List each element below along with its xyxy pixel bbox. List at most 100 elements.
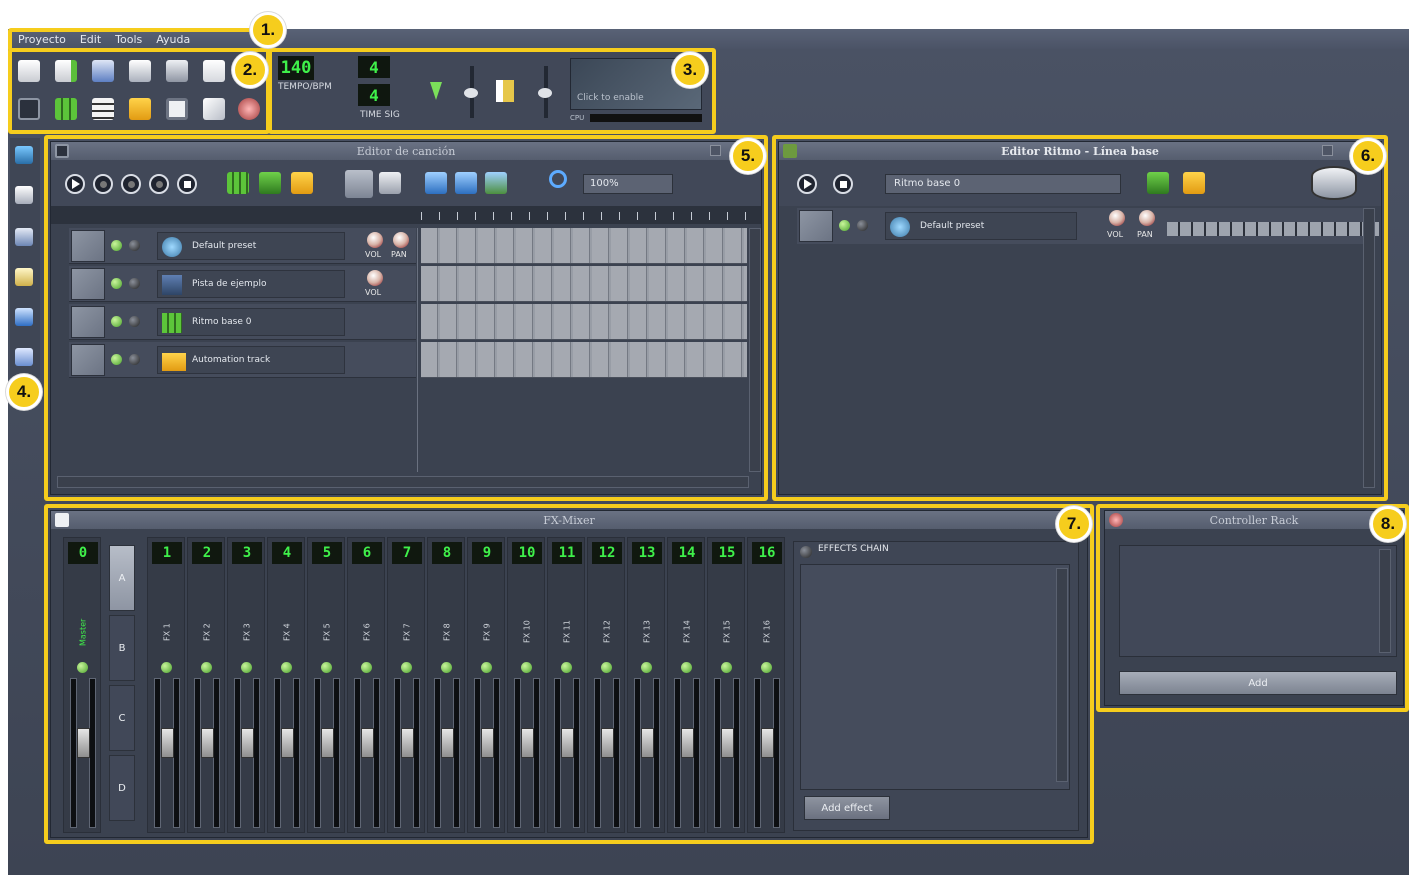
mute-led[interactable]: [201, 662, 212, 673]
controller-scrollbar[interactable]: [1379, 549, 1391, 653]
mute-led[interactable]: [111, 240, 122, 251]
mute-led[interactable]: [839, 220, 850, 231]
add-automation-track-icon[interactable]: [1183, 172, 1205, 194]
fader-handle[interactable]: [361, 728, 374, 758]
mute-led[interactable]: [521, 662, 532, 673]
arrow-right-icon[interactable]: [455, 172, 477, 194]
fader-handle[interactable]: [401, 728, 414, 758]
bank-d-button[interactable]: D: [109, 755, 135, 821]
fx-channel-strip[interactable]: 9 FX 9: [467, 537, 505, 833]
my-home-icon[interactable]: [15, 308, 33, 326]
add-beat-track-icon[interactable]: [227, 172, 249, 194]
arrow-left-icon[interactable]: [425, 172, 447, 194]
track-name[interactable]: Default preset: [157, 232, 345, 260]
automation-editor-icon[interactable]: [129, 98, 151, 120]
mute-led[interactable]: [641, 662, 652, 673]
effects-chain-toggle[interactable]: [800, 546, 812, 558]
fx-channel-strip[interactable]: 6 FX 6: [347, 537, 385, 833]
master-pitch-handle[interactable]: [538, 88, 552, 98]
fader-handle[interactable]: [481, 728, 494, 758]
fx-mixer-icon[interactable]: [166, 98, 188, 120]
root-directory-icon[interactable]: [15, 348, 33, 366]
recent-projects-icon[interactable]: [129, 60, 151, 82]
solo-led[interactable]: [129, 240, 140, 251]
my-samples-icon[interactable]: [15, 228, 33, 246]
master-volume-icon[interactable]: [430, 82, 442, 100]
mute-led[interactable]: [481, 662, 492, 673]
mute-led[interactable]: [561, 662, 572, 673]
fx-channel-strip[interactable]: 11 FX 11: [547, 537, 585, 833]
instrument-plugins-icon[interactable]: [15, 146, 33, 164]
fx-channel-strip[interactable]: 2 FX 2: [187, 537, 225, 833]
track-grip[interactable]: [71, 268, 105, 300]
track-default-preset[interactable]: Default preset VOL PAN: [69, 228, 416, 264]
play-button[interactable]: [65, 174, 85, 194]
track-grip[interactable]: [71, 230, 105, 262]
fx-channel-strip[interactable]: 7 FX 7: [387, 537, 425, 833]
mute-led[interactable]: [111, 278, 122, 289]
volume-knob[interactable]: [367, 270, 383, 286]
fader-handle[interactable]: [161, 728, 174, 758]
effects-scrollbar[interactable]: [1056, 568, 1068, 782]
bank-b-button[interactable]: B: [109, 615, 135, 681]
track-name[interactable]: Default preset: [885, 212, 1077, 240]
pattern-select[interactable]: Ritmo base 0: [885, 174, 1121, 194]
horizontal-scrollbar[interactable]: [57, 476, 749, 488]
save-icon[interactable]: [166, 60, 188, 82]
zoom-select[interactable]: 100%: [583, 174, 673, 194]
fader-handle[interactable]: [77, 728, 90, 758]
fx-channel-strip[interactable]: 12 FX 12: [587, 537, 625, 833]
bank-a-button[interactable]: A: [109, 545, 135, 611]
edit-mode-icon[interactable]: [379, 172, 401, 194]
pattern-row[interactable]: [421, 228, 747, 264]
fx-channel-strip[interactable]: 4 FX 4: [267, 537, 305, 833]
loop-button[interactable]: [177, 174, 197, 194]
open-project-icon[interactable]: [92, 60, 114, 82]
fx-channel-strip[interactable]: 1 FX 1: [147, 537, 185, 833]
beat-bassline-icon[interactable]: [55, 98, 77, 120]
mute-led[interactable]: [601, 662, 612, 673]
my-projects-icon[interactable]: [15, 186, 33, 204]
time-sig-numerator[interactable]: 4: [358, 56, 390, 78]
menu-edit[interactable]: Edit: [80, 33, 101, 46]
bb-vertical-scrollbar[interactable]: [1363, 208, 1375, 488]
fader-handle[interactable]: [641, 728, 654, 758]
add-beat-bassline-icon[interactable]: [1147, 172, 1169, 194]
master-pitch-icon[interactable]: [496, 80, 514, 102]
solo-led[interactable]: [857, 220, 868, 231]
fader-handle[interactable]: [721, 728, 734, 758]
mute-led[interactable]: [241, 662, 252, 673]
pattern-row[interactable]: [421, 304, 747, 340]
pattern-row[interactable]: [421, 266, 747, 302]
time-sig-denominator[interactable]: 4: [358, 84, 390, 106]
project-notes-icon[interactable]: [203, 98, 225, 120]
record-button[interactable]: [121, 174, 141, 194]
mute-led[interactable]: [401, 662, 412, 673]
bb-track[interactable]: Default preset VOL PAN: [797, 208, 1379, 244]
bb-stop-button[interactable]: [833, 174, 853, 194]
add-automation-track-icon[interactable]: [291, 172, 313, 194]
fader-handle[interactable]: [561, 728, 574, 758]
mute-led[interactable]: [721, 662, 732, 673]
mute-led[interactable]: [77, 662, 88, 673]
mute-led[interactable]: [681, 662, 692, 673]
solo-led[interactable]: [129, 354, 140, 365]
mute-led[interactable]: [281, 662, 292, 673]
track-grip[interactable]: [71, 344, 105, 376]
bb-play-button[interactable]: [797, 174, 817, 194]
mute-led[interactable]: [441, 662, 452, 673]
track-sample[interactable]: Pista de ejemplo VOL: [69, 266, 416, 302]
solo-led[interactable]: [129, 278, 140, 289]
track-name[interactable]: Automation track: [157, 346, 345, 374]
bank-c-button[interactable]: C: [109, 685, 135, 751]
fader-handle[interactable]: [521, 728, 534, 758]
fx-channel-strip[interactable]: 8 FX 8: [427, 537, 465, 833]
fader-handle[interactable]: [281, 728, 294, 758]
track-name[interactable]: Ritmo base 0: [157, 308, 345, 336]
track-automation[interactable]: Automation track: [69, 342, 416, 378]
fx-channel-strip[interactable]: 15 FX 15: [707, 537, 745, 833]
mute-led[interactable]: [761, 662, 772, 673]
track-grip[interactable]: [71, 306, 105, 338]
mute-led[interactable]: [361, 662, 372, 673]
record-play-button[interactable]: [149, 174, 169, 194]
